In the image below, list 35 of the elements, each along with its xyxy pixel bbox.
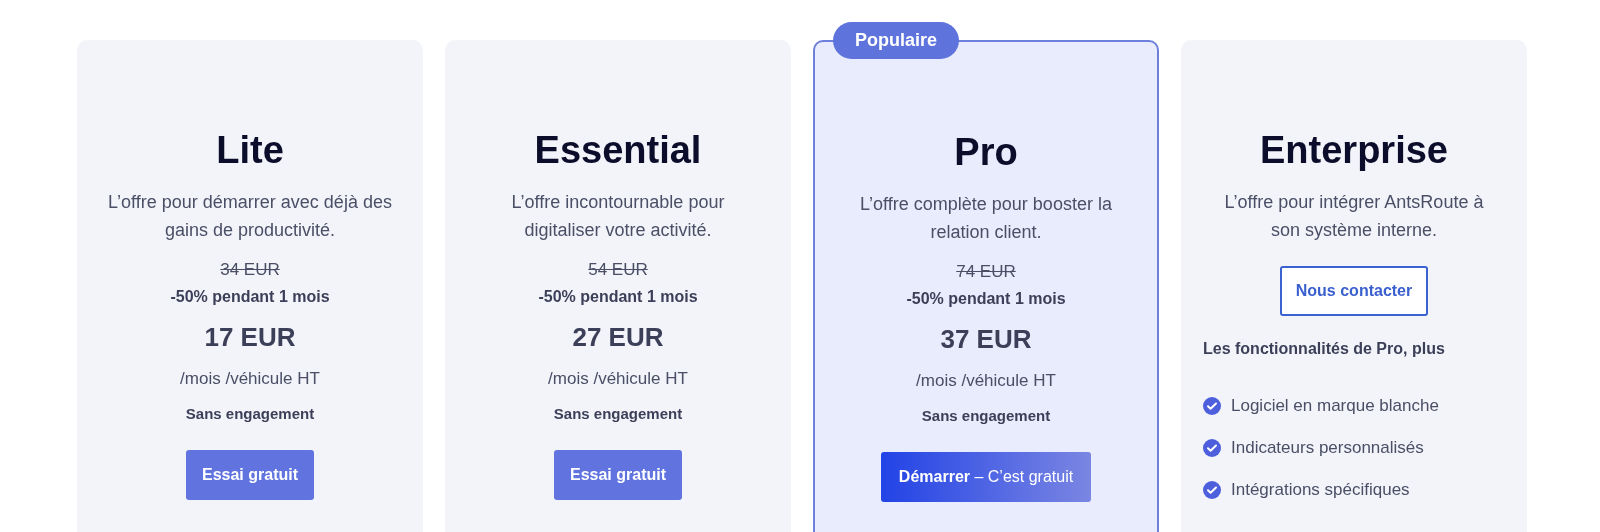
plan-description: L’offre pour démarrer avec déjà des gains de productivité. — [107, 191, 393, 242]
trial-button[interactable]: Essai gratuit — [554, 450, 682, 500]
old-price: 54 EUR — [588, 260, 648, 280]
plan-title: Enterprise — [1260, 128, 1448, 173]
plan-description: L’offre complète pour booster la relation client. — [859, 193, 1113, 244]
feature-text: Intégrations spécifiques — [1231, 480, 1410, 500]
contact-button[interactable]: Nous contacter — [1279, 266, 1429, 316]
plan-description: L’offre pour intégrer AntsRoute à son système interne. — [1223, 191, 1485, 242]
commitment-text: Sans engagement — [921, 407, 1051, 424]
feature-text: Indicateurs personnalisés — [1231, 438, 1424, 458]
price-unit: /mois /véhicule HT — [916, 371, 1056, 391]
plan-title: Pro — [954, 130, 1018, 175]
commitment-text: Sans engagement — [185, 405, 315, 422]
price: 37 EUR — [940, 324, 1032, 355]
old-price: 34 EUR — [220, 260, 280, 280]
discount-text: -50% pendant 1 mois — [170, 288, 330, 306]
plan-description: L’offre incontournable pour digitaliser votre activité. — [510, 191, 726, 242]
feature-text: Logiciel en marque blanche — [1231, 396, 1439, 416]
start-button[interactable]: Démarrer – C’est gratuit — [880, 452, 1092, 502]
discount-text: -50% pendant 1 mois — [906, 290, 1066, 308]
price: 17 EUR — [204, 322, 296, 353]
check-icon — [1203, 397, 1221, 415]
trial-button[interactable]: Essai gratuit — [186, 450, 314, 500]
price: 27 EUR — [572, 322, 664, 353]
discount-text: -50% pendant 1 mois — [538, 288, 698, 306]
features-heading: Les fonctionnalités de Pro, plus — [1203, 340, 1445, 358]
price-unit: /mois /véhicule HT — [180, 369, 320, 389]
popular-badge: Populaire — [833, 22, 960, 59]
old-price: 74 EUR — [956, 262, 1016, 282]
check-icon — [1203, 439, 1221, 457]
plan-title: Essential — [534, 128, 702, 173]
price-unit: /mois /véhicule HT — [548, 369, 688, 389]
commitment-text: Sans engagement — [553, 405, 683, 422]
plan-title: Lite — [216, 128, 284, 173]
check-icon — [1203, 481, 1221, 499]
